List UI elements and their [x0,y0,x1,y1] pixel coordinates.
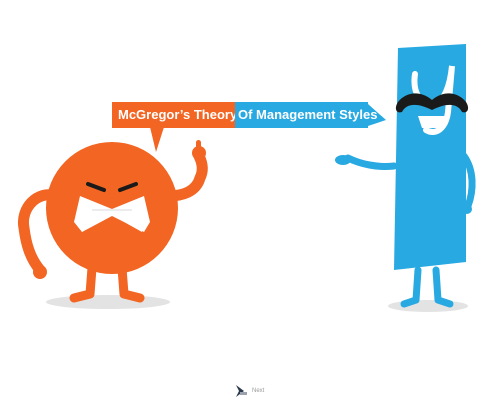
y-character-shadow [388,300,468,312]
x-character [17,127,208,303]
next-label: Next [252,388,265,394]
illustration-scene [17,44,476,312]
speech-bubble-left: McGregor’s Theory [112,102,238,128]
x-character-shadow [46,295,170,309]
speech-bubble-right: Of Management Styles [235,102,377,128]
next-button[interactable]: Next [234,383,264,399]
speech-text-right: Of Management Styles [238,107,378,122]
y-character [335,44,476,308]
speech-text-left: McGregor’s Theory [118,107,238,122]
chevron-right-icon [236,385,247,397]
slide-stage: McGregor’s Theory Of Management Styles N… [0,0,500,415]
